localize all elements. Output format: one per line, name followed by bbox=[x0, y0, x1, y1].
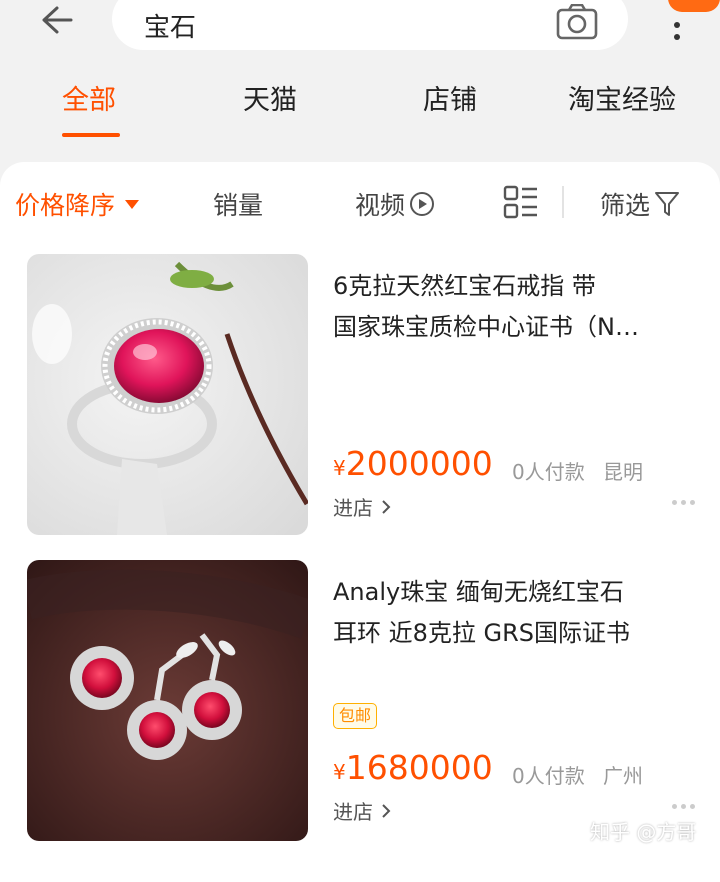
location: 广州 bbox=[603, 764, 643, 788]
product-more-button[interactable] bbox=[672, 804, 699, 809]
sort-sales-label: 销量 bbox=[213, 191, 264, 220]
filter-funnel-icon bbox=[655, 192, 680, 216]
product-title-line-2: 国家珠宝质检中心证书（N… bbox=[333, 313, 639, 341]
product-price: ¥1680000 bbox=[333, 748, 493, 787]
results-panel: 价格降序 销量 视频 筛选 6克拉天然红宝石戒指 带 国家珠宝质检中心证书（N…… bbox=[0, 162, 720, 882]
filter-video[interactable]: 视频 bbox=[355, 186, 435, 222]
product-title-line-2: 耳环 近8克拉 GRS国际证书 bbox=[333, 619, 631, 647]
more-dot bbox=[672, 500, 677, 505]
play-circle-icon bbox=[410, 192, 435, 216]
ruby-ring-image bbox=[27, 254, 308, 535]
enter-store-link[interactable]: 进店 bbox=[333, 796, 391, 825]
more-vertical-icon bbox=[674, 22, 680, 28]
filter-button[interactable]: 筛选 bbox=[600, 186, 680, 222]
more-dot bbox=[690, 500, 695, 505]
tab-tmall[interactable]: 天猫 bbox=[243, 78, 297, 117]
video-label: 视频 bbox=[355, 191, 406, 220]
tab-shops[interactable]: 店铺 bbox=[423, 78, 477, 117]
enter-store-label: 进店 bbox=[333, 496, 373, 520]
sold-count: 0人付款 bbox=[512, 764, 585, 788]
search-query[interactable]: 宝石 bbox=[144, 7, 196, 44]
sort-bar: 价格降序 销量 视频 筛选 bbox=[0, 162, 720, 246]
filter-label: 筛选 bbox=[600, 191, 651, 220]
more-dot bbox=[674, 34, 680, 40]
sort-divider bbox=[562, 186, 564, 218]
location: 昆明 bbox=[603, 460, 643, 484]
caret-down-icon bbox=[125, 199, 140, 209]
free-shipping-badge: 包邮 bbox=[333, 703, 378, 729]
product-image-ruby-earrings[interactable] bbox=[27, 560, 308, 841]
more-dot bbox=[681, 804, 686, 809]
list-grid-toggle-icon bbox=[503, 185, 537, 219]
chevron-right-icon bbox=[382, 499, 391, 514]
product-title[interactable]: Analy珠宝 缅甸无烧红宝石 耳环 近8克拉 GRS国际证书 bbox=[333, 572, 678, 654]
price-value: 2000000 bbox=[345, 444, 493, 483]
sold-count: 0人付款 bbox=[512, 460, 585, 484]
more-dot bbox=[690, 804, 695, 809]
sort-sales[interactable]: 销量 bbox=[213, 186, 263, 222]
product-card[interactable]: Analy珠宝 缅甸无烧红宝石 耳环 近8克拉 GRS国际证书 包邮 ¥1680… bbox=[0, 560, 720, 850]
product-title-line-1: 6克拉天然红宝石戒指 带 bbox=[333, 272, 596, 300]
search-input[interactable]: 宝石 bbox=[112, 0, 628, 50]
camera-search-button[interactable] bbox=[556, 3, 598, 40]
sort-price-desc[interactable]: 价格降序 bbox=[15, 186, 140, 222]
sort-price-label: 价格降序 bbox=[15, 191, 116, 220]
enter-store-link[interactable]: 进店 bbox=[333, 492, 391, 521]
more-dot bbox=[672, 804, 677, 809]
layout-toggle[interactable] bbox=[503, 184, 539, 220]
currency-symbol: ¥ bbox=[333, 760, 346, 784]
more-menu-button[interactable] bbox=[660, 0, 694, 44]
more-dot bbox=[681, 500, 686, 505]
arrow-left-icon bbox=[42, 6, 73, 34]
watermark-text: 知乎 @方哥 bbox=[590, 820, 697, 844]
product-title-line-1: Analy珠宝 缅甸无烧红宝石 bbox=[333, 578, 624, 606]
product-price: ¥2000000 bbox=[333, 444, 493, 483]
product-title[interactable]: 6克拉天然红宝石戒指 带 国家珠宝质检中心证书（N… bbox=[333, 266, 678, 348]
product-more-button[interactable] bbox=[672, 500, 699, 505]
enter-store-label: 进店 bbox=[333, 800, 373, 824]
product-card[interactable]: 6克拉天然红宝石戒指 带 国家珠宝质检中心证书（N… ¥2000000 0人付款… bbox=[0, 254, 720, 544]
chevron-right-icon bbox=[382, 803, 391, 818]
active-tab-indicator bbox=[62, 133, 120, 137]
product-image-ruby-ring[interactable] bbox=[27, 254, 308, 535]
category-tabs: 全部 天猫 店铺 淘宝经验 bbox=[0, 78, 720, 138]
top-bar: 宝石 bbox=[0, 0, 720, 60]
ruby-earrings-image bbox=[27, 560, 308, 841]
camera-icon bbox=[556, 3, 598, 40]
currency-symbol: ¥ bbox=[333, 456, 346, 480]
tab-experience[interactable]: 淘宝经验 bbox=[568, 78, 676, 117]
back-button[interactable] bbox=[36, 2, 76, 38]
price-value: 1680000 bbox=[345, 748, 493, 787]
tab-all[interactable]: 全部 bbox=[62, 78, 116, 117]
